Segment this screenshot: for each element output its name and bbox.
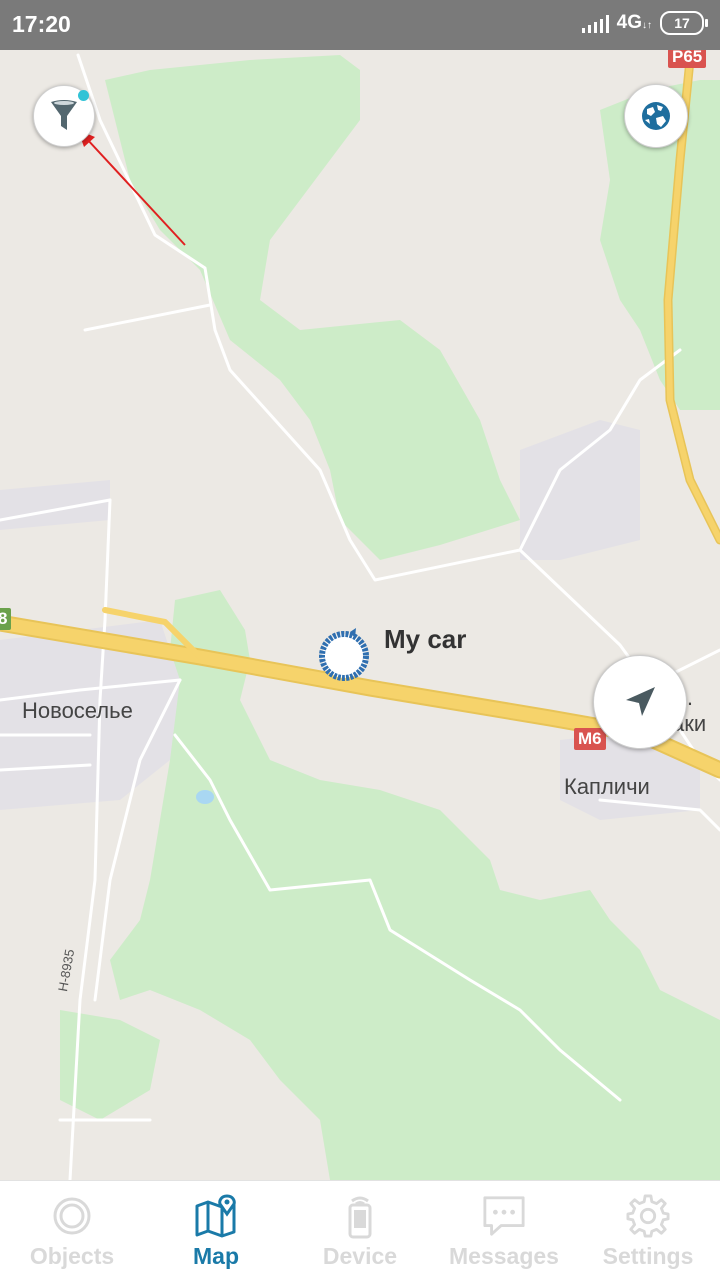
- status-time: 17:20: [12, 11, 71, 37]
- map-canvas: [0, 53, 720, 1180]
- road-shield-left: 8: [0, 608, 12, 630]
- battery-icon: 17: [660, 11, 708, 35]
- ring-icon: [50, 1193, 94, 1239]
- locate-me-button[interactable]: [593, 655, 687, 749]
- car-marker-icon[interactable]: [318, 626, 372, 682]
- filter-button[interactable]: [33, 85, 95, 147]
- nav-objects-label: Objects: [29, 1243, 115, 1269]
- status-bar: 17:20 4G↓↑ 17: [0, 0, 720, 50]
- nav-map[interactable]: Map: [144, 1181, 288, 1281]
- nav-map-label: Map: [193, 1243, 239, 1269]
- phone-signal-icon: [338, 1193, 382, 1239]
- nav-device[interactable]: Device: [288, 1181, 432, 1281]
- nav-settings[interactable]: Settings: [576, 1181, 720, 1281]
- chat-bubble-icon: [482, 1193, 526, 1239]
- nav-objects[interactable]: Objects: [0, 1181, 144, 1281]
- network-activity: ↓↑: [642, 20, 652, 31]
- car-marker-label[interactable]: My car: [384, 624, 466, 655]
- globe-icon: [642, 102, 670, 130]
- road-shield-m6: M6: [574, 728, 606, 750]
- filter-active-badge: [78, 90, 89, 101]
- network-indicator: 4G↓↑: [617, 12, 652, 34]
- gear-icon: [626, 1193, 670, 1239]
- nav-device-label: Device: [322, 1243, 398, 1269]
- network-type: 4G: [616, 12, 642, 33]
- nav-messages-label: Messages: [449, 1243, 559, 1269]
- map-pin-icon: [194, 1193, 238, 1239]
- navigation-arrow-icon: [626, 687, 655, 716]
- bottom-navigation: Objects Map Device Messages Settings: [0, 1180, 720, 1281]
- place-label-novoselye: Новоселье: [22, 698, 133, 723]
- nav-messages[interactable]: Messages: [432, 1181, 576, 1281]
- place-label-kaplichi: Капличи: [564, 774, 650, 799]
- funnel-icon: [51, 100, 77, 130]
- nav-settings-label: Settings: [602, 1243, 694, 1269]
- map-layers-button[interactable]: [624, 84, 688, 148]
- map-view[interactable]: P65 M6 8 H-8935 Новоселье Капличи …аки M…: [0, 50, 720, 1180]
- signal-icon: [581, 13, 609, 33]
- road-shield-p65: P65: [668, 50, 707, 68]
